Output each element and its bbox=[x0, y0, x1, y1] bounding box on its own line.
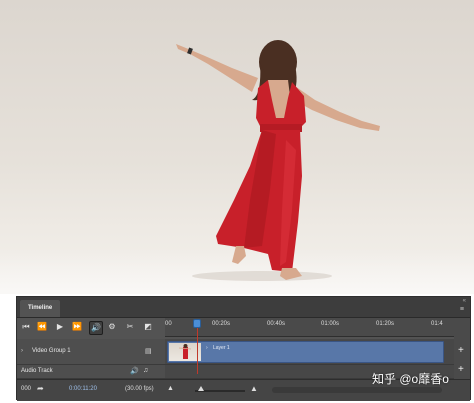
transport-controls: ⏮ ⏪ ▶ ⏩ 🔊 ⚙ ✂ ◩ bbox=[17, 318, 165, 336]
playhead-line bbox=[197, 328, 198, 374]
play-icon[interactable]: ▶ bbox=[55, 321, 65, 333]
ruler-tick: 00:20s bbox=[212, 321, 231, 327]
frame-rate: (30.00 fps) bbox=[125, 386, 154, 392]
collapse-panel-icon[interactable]: « bbox=[463, 298, 466, 304]
track-header-audio[interactable]: Audio Track 🔊 ♫ bbox=[17, 365, 165, 379]
time-ruler[interactable]: 00 00:20s 00:40s 01:00s 01:20s 01:4 bbox=[165, 318, 454, 337]
audio-volume-icon[interactable]: 🔊 bbox=[130, 367, 139, 375]
add-audio-plus-icon[interactable]: + bbox=[458, 364, 464, 375]
video-preview-image bbox=[0, 0, 474, 294]
ruler-tick: 01:4 bbox=[431, 321, 443, 327]
current-timecode: 0:00:11:20 bbox=[69, 386, 97, 392]
ruler-tick: 01:20s bbox=[376, 321, 395, 327]
clip-label: Layer 1 bbox=[213, 345, 230, 351]
music-note-icon[interactable]: ♫ bbox=[143, 367, 148, 374]
split-clip-scissors-icon[interactable]: ✂ bbox=[125, 321, 135, 333]
frame-code[interactable]: 000 bbox=[21, 386, 31, 392]
film-strip-icon[interactable]: ▤ bbox=[145, 347, 152, 355]
render-video-arrow-icon[interactable]: ➦ bbox=[37, 384, 44, 393]
panel-header: Timeline « ≡ bbox=[17, 297, 470, 318]
track-name: Video Group 1 bbox=[32, 348, 71, 354]
go-to-first-frame-icon[interactable]: ⏮ bbox=[21, 321, 31, 333]
previous-frame-icon[interactable]: ⏪ bbox=[37, 321, 47, 333]
audio-mute-icon[interactable]: 🔊 bbox=[89, 321, 103, 335]
ruler-tick: 00:40s bbox=[267, 321, 286, 327]
watermark-text: 知乎 @o靡香o bbox=[372, 372, 449, 386]
add-media-plus-icon[interactable]: + bbox=[458, 345, 464, 356]
clip-expand-icon[interactable]: › bbox=[206, 345, 208, 351]
ruler-tick: 01:00s bbox=[321, 321, 340, 327]
video-clip[interactable]: › Layer 1 bbox=[167, 341, 444, 363]
playhead-handle[interactable] bbox=[193, 319, 201, 328]
zoom-in-mountain-icon[interactable]: ▲ bbox=[250, 384, 258, 393]
zoom-slider-knob[interactable] bbox=[198, 386, 204, 391]
expand-chevron-icon[interactable]: › bbox=[21, 348, 23, 354]
ruler-tick: 00 bbox=[165, 321, 172, 327]
zoom-out-mountain-icon[interactable]: ▲ bbox=[167, 385, 174, 392]
panel-menu-icon[interactable]: ≡ bbox=[460, 306, 464, 313]
settings-gear-icon[interactable]: ⚙ bbox=[107, 321, 117, 333]
timeline-scrollbar[interactable] bbox=[272, 387, 442, 393]
track-name: Audio Track bbox=[21, 368, 53, 374]
next-frame-icon[interactable]: ⏩ bbox=[72, 321, 82, 333]
tab-timeline[interactable]: Timeline bbox=[20, 300, 61, 317]
transition-icon[interactable]: ◩ bbox=[143, 321, 153, 333]
dancer-figure bbox=[176, 40, 380, 281]
track-header-video-group[interactable]: › Video Group 1 ▤ bbox=[17, 339, 165, 365]
